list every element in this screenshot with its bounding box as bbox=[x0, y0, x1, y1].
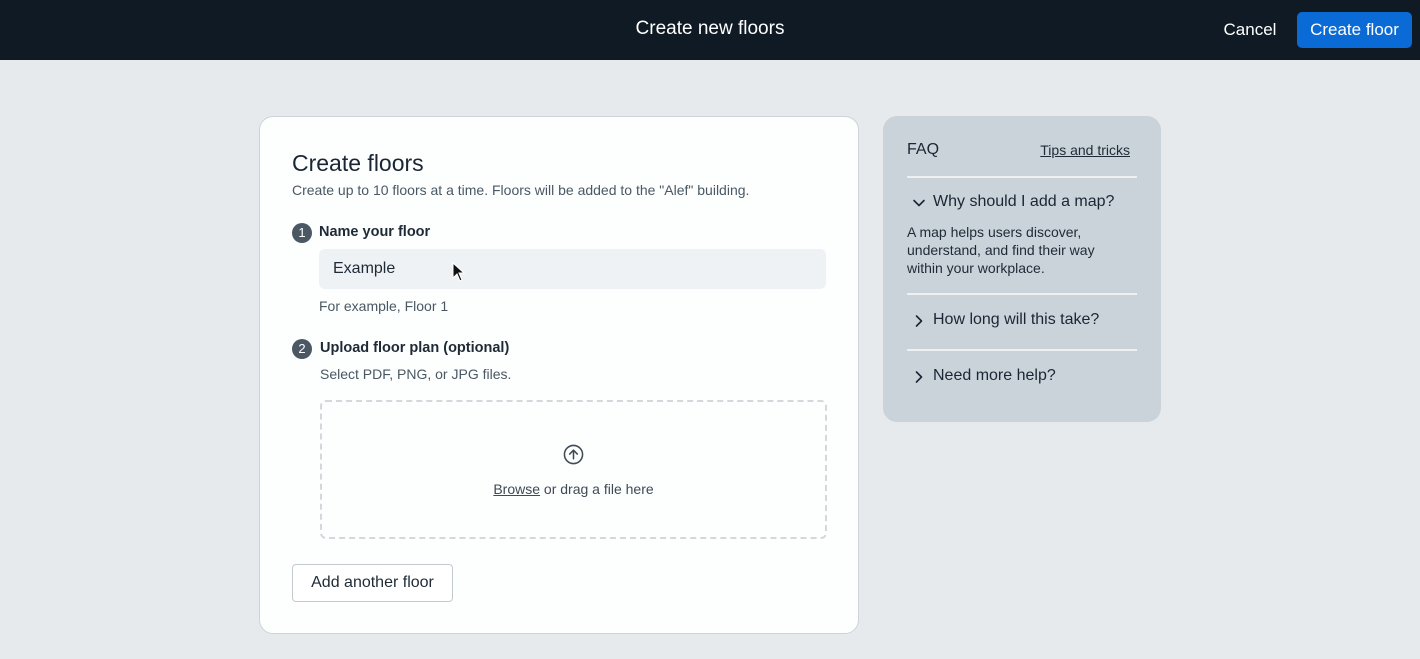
file-types-helper: Select PDF, PNG, or JPG files. bbox=[320, 366, 512, 382]
page-title: Create new floors bbox=[635, 18, 785, 39]
chevron-down-icon bbox=[913, 199, 925, 207]
floor-name-helper: For example, Floor 1 bbox=[319, 298, 449, 314]
faq-answer: A map helps users discover, understand, … bbox=[907, 224, 1095, 276]
top-bar: Create new floors Cancel Create floor bbox=[0, 0, 1420, 60]
file-dropzone[interactable]: Browse or drag a file here bbox=[320, 400, 827, 539]
floor-name-input[interactable] bbox=[319, 249, 826, 289]
faq-divider bbox=[907, 176, 1137, 178]
faq-question: Why should I add a map? bbox=[933, 193, 1115, 210]
faq-item-why-map[interactable]: Why should I add a map? bbox=[907, 191, 1137, 219]
faq-divider bbox=[907, 293, 1137, 295]
chevron-right-icon bbox=[915, 371, 923, 383]
step-1-label: Name your floor bbox=[319, 224, 431, 240]
cancel-button[interactable]: Cancel bbox=[1212, 12, 1288, 48]
faq-question: How long will this take? bbox=[933, 311, 1100, 328]
faq-divider bbox=[907, 349, 1137, 351]
card-title: Create floors bbox=[292, 150, 424, 176]
drop-instruction: or drag a file here bbox=[540, 481, 654, 497]
browse-link[interactable]: Browse bbox=[493, 481, 540, 497]
faq-question: Need more help? bbox=[933, 367, 1056, 384]
tips-and-tricks-link[interactable]: Tips and tricks bbox=[1040, 142, 1130, 158]
chevron-right-icon bbox=[915, 315, 923, 327]
upload-icon bbox=[563, 444, 584, 465]
mouse-cursor-icon bbox=[452, 262, 466, 282]
add-another-floor-button[interactable]: Add another floor bbox=[292, 564, 453, 602]
faq-item-how-long[interactable]: How long will this take? bbox=[907, 309, 1137, 337]
faq-item-more-help[interactable]: Need more help? bbox=[907, 365, 1137, 393]
step-2-label: Upload floor plan (optional) bbox=[320, 340, 510, 356]
faq-title: FAQ bbox=[907, 141, 940, 158]
step-1-badge: 1 bbox=[292, 223, 312, 243]
dropzone-text: Browse or drag a file here bbox=[322, 481, 825, 497]
create-floors-card: Create floors Create up to 10 floors at … bbox=[259, 116, 859, 634]
create-floor-button[interactable]: Create floor bbox=[1297, 12, 1412, 48]
step-2-badge: 2 bbox=[292, 339, 312, 359]
card-subtitle: Create up to 10 floors at a time. Floors… bbox=[292, 182, 750, 198]
faq-panel: FAQ Tips and tricks Why should I add a m… bbox=[883, 116, 1161, 422]
